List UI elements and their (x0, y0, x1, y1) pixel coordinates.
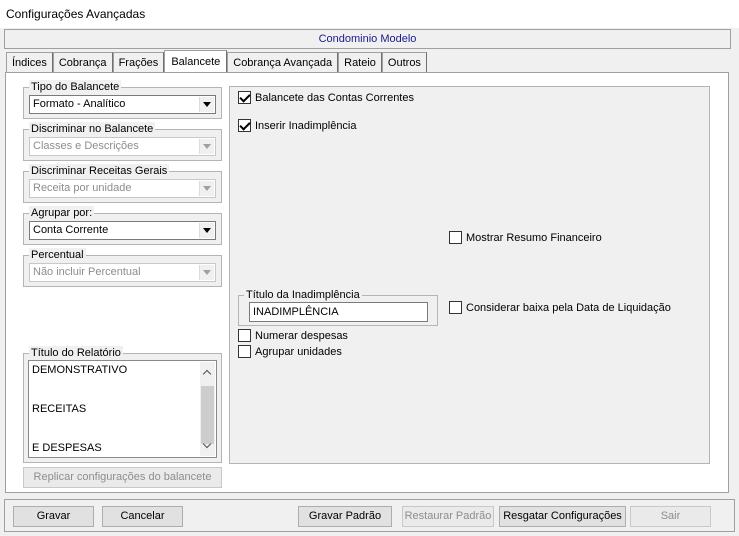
tipo-balancete-label: Tipo do Balancete (29, 80, 122, 94)
tab-cobranca[interactable]: Cobrança (52, 52, 113, 72)
options-panel: Balancete das Contas Correntes Inserir I… (229, 86, 710, 464)
resgatar-configuracoes-button[interactable]: Resgatar Configurações (499, 506, 626, 527)
checkbox-icon[interactable] (449, 231, 462, 244)
inserir-inadimplencia-checkbox[interactable]: Inserir Inadimplência (238, 119, 357, 132)
tab-rateio[interactable]: Rateio (338, 52, 382, 72)
checkbox-icon[interactable] (238, 345, 251, 358)
discriminar-balancete-group: Discriminar no Balancete Classes e Descr… (23, 122, 222, 161)
chevron-down-icon[interactable] (199, 223, 214, 238)
chevron-down-icon[interactable] (199, 181, 214, 196)
inserir-inadimplencia-label: Inserir Inadimplência (255, 119, 357, 132)
memo-line: E DESPESAS (32, 442, 102, 454)
mostrar-resumo-checkbox[interactable]: Mostrar Resumo Financeiro (449, 231, 602, 244)
considerar-baixa-label: Considerar baixa pela Data de Liquidação (466, 301, 671, 314)
agrupar-por-group: Agrupar por: Conta Corrente (23, 206, 222, 245)
tab-indices[interactable]: Índices (6, 52, 53, 72)
memo-scrollbar[interactable] (200, 362, 215, 456)
checkbox-icon[interactable] (449, 301, 462, 314)
agrupar-por-value: Conta Corrente (33, 224, 109, 236)
discriminar-receitas-label: Discriminar Receitas Gerais (29, 164, 170, 178)
discriminar-balancete-value: Classes e Descrições (33, 140, 139, 152)
discriminar-receitas-select[interactable]: Receita por unidade (29, 179, 216, 198)
gravar-padrao-button[interactable]: Gravar Padrão (298, 506, 392, 527)
chevron-down-icon[interactable] (199, 265, 214, 280)
numerar-despesas-label: Numerar despesas (255, 329, 348, 342)
discriminar-balancete-select[interactable]: Classes e Descrições (29, 137, 216, 156)
titulo-inadimplencia-input[interactable]: INADIMPLÊNCIA (249, 302, 428, 322)
balancete-contas-checkbox[interactable]: Balancete das Contas Correntes (238, 91, 414, 104)
tab-outros[interactable]: Outros (381, 52, 427, 72)
cancelar-button[interactable]: Cancelar (102, 506, 183, 527)
tipo-balancete-select[interactable]: Formato - Analítico (29, 95, 216, 114)
gravar-button[interactable]: Gravar (13, 506, 94, 527)
percentual-group: Percentual Não incluir Percentual (23, 248, 222, 287)
chevron-down-icon[interactable] (199, 97, 214, 112)
titulo-inadimplencia-group: Título da Inadimplência INADIMPLÊNCIA (238, 288, 438, 326)
titulo-inadimplencia-label: Título da Inadimplência (244, 288, 362, 302)
condominio-header: Condominio Modelo (4, 29, 731, 49)
tipo-balancete-group: Tipo do Balancete Formato - Analítico (23, 80, 222, 119)
titulo-relatorio-memo[interactable]: DEMONSTRATIVO RECEITAS E DESPESAS (28, 360, 217, 458)
scroll-thumb[interactable] (201, 386, 214, 444)
restaurar-padrao-button[interactable]: Restaurar Padrão (402, 506, 494, 527)
agrupar-por-select[interactable]: Conta Corrente (29, 221, 216, 240)
tipo-balancete-value: Formato - Analítico (33, 98, 126, 110)
titulo-inadimplencia-value: INADIMPLÊNCIA (253, 306, 339, 318)
scroll-down-icon[interactable] (200, 438, 215, 453)
balancete-contas-label: Balancete das Contas Correntes (255, 91, 414, 104)
tab-cobranca-avancada[interactable]: Cobrança Avançada (227, 52, 339, 72)
tab-bar: Índices Cobrança Frações Balancete Cobra… (6, 50, 427, 72)
tab-balancete[interactable]: Balancete (164, 50, 228, 72)
discriminar-receitas-group: Discriminar Receitas Gerais Receita por … (23, 164, 222, 203)
mostrar-resumo-label: Mostrar Resumo Financeiro (466, 231, 602, 244)
agrupar-por-label: Agrupar por: (29, 206, 95, 220)
percentual-label: Percentual (29, 248, 86, 262)
discriminar-balancete-label: Discriminar no Balancete (29, 122, 156, 136)
numerar-despesas-checkbox[interactable]: Numerar despesas (238, 329, 348, 342)
agrupar-unidades-label: Agrupar unidades (255, 345, 342, 358)
checkbox-icon[interactable] (238, 329, 251, 342)
chevron-down-icon[interactable] (199, 139, 214, 154)
agrupar-unidades-checkbox[interactable]: Agrupar unidades (238, 345, 342, 358)
sair-button[interactable]: Sair (630, 506, 711, 527)
tab-fracoes[interactable]: Frações (112, 52, 165, 72)
discriminar-receitas-value: Receita por unidade (33, 182, 132, 194)
percentual-select[interactable]: Não incluir Percentual (29, 263, 216, 282)
considerar-baixa-checkbox[interactable]: Considerar baixa pela Data de Liquidação (449, 301, 671, 314)
memo-line: RECEITAS (32, 403, 87, 415)
scroll-up-icon[interactable] (200, 365, 215, 380)
memo-line: DEMONSTRATIVO (32, 364, 128, 376)
checkbox-checked-icon[interactable] (238, 119, 251, 132)
titulo-relatorio-group: Título do Relatório DEMONSTRATIVO RECEIT… (23, 346, 222, 463)
window-title: Configurações Avançadas (0, 0, 739, 28)
replicar-configuracoes-button[interactable]: Replicar configurações do balancete (23, 467, 222, 488)
percentual-value: Não incluir Percentual (33, 266, 141, 278)
checkbox-checked-icon[interactable] (238, 91, 251, 104)
titulo-relatorio-label: Título do Relatório (29, 346, 123, 360)
